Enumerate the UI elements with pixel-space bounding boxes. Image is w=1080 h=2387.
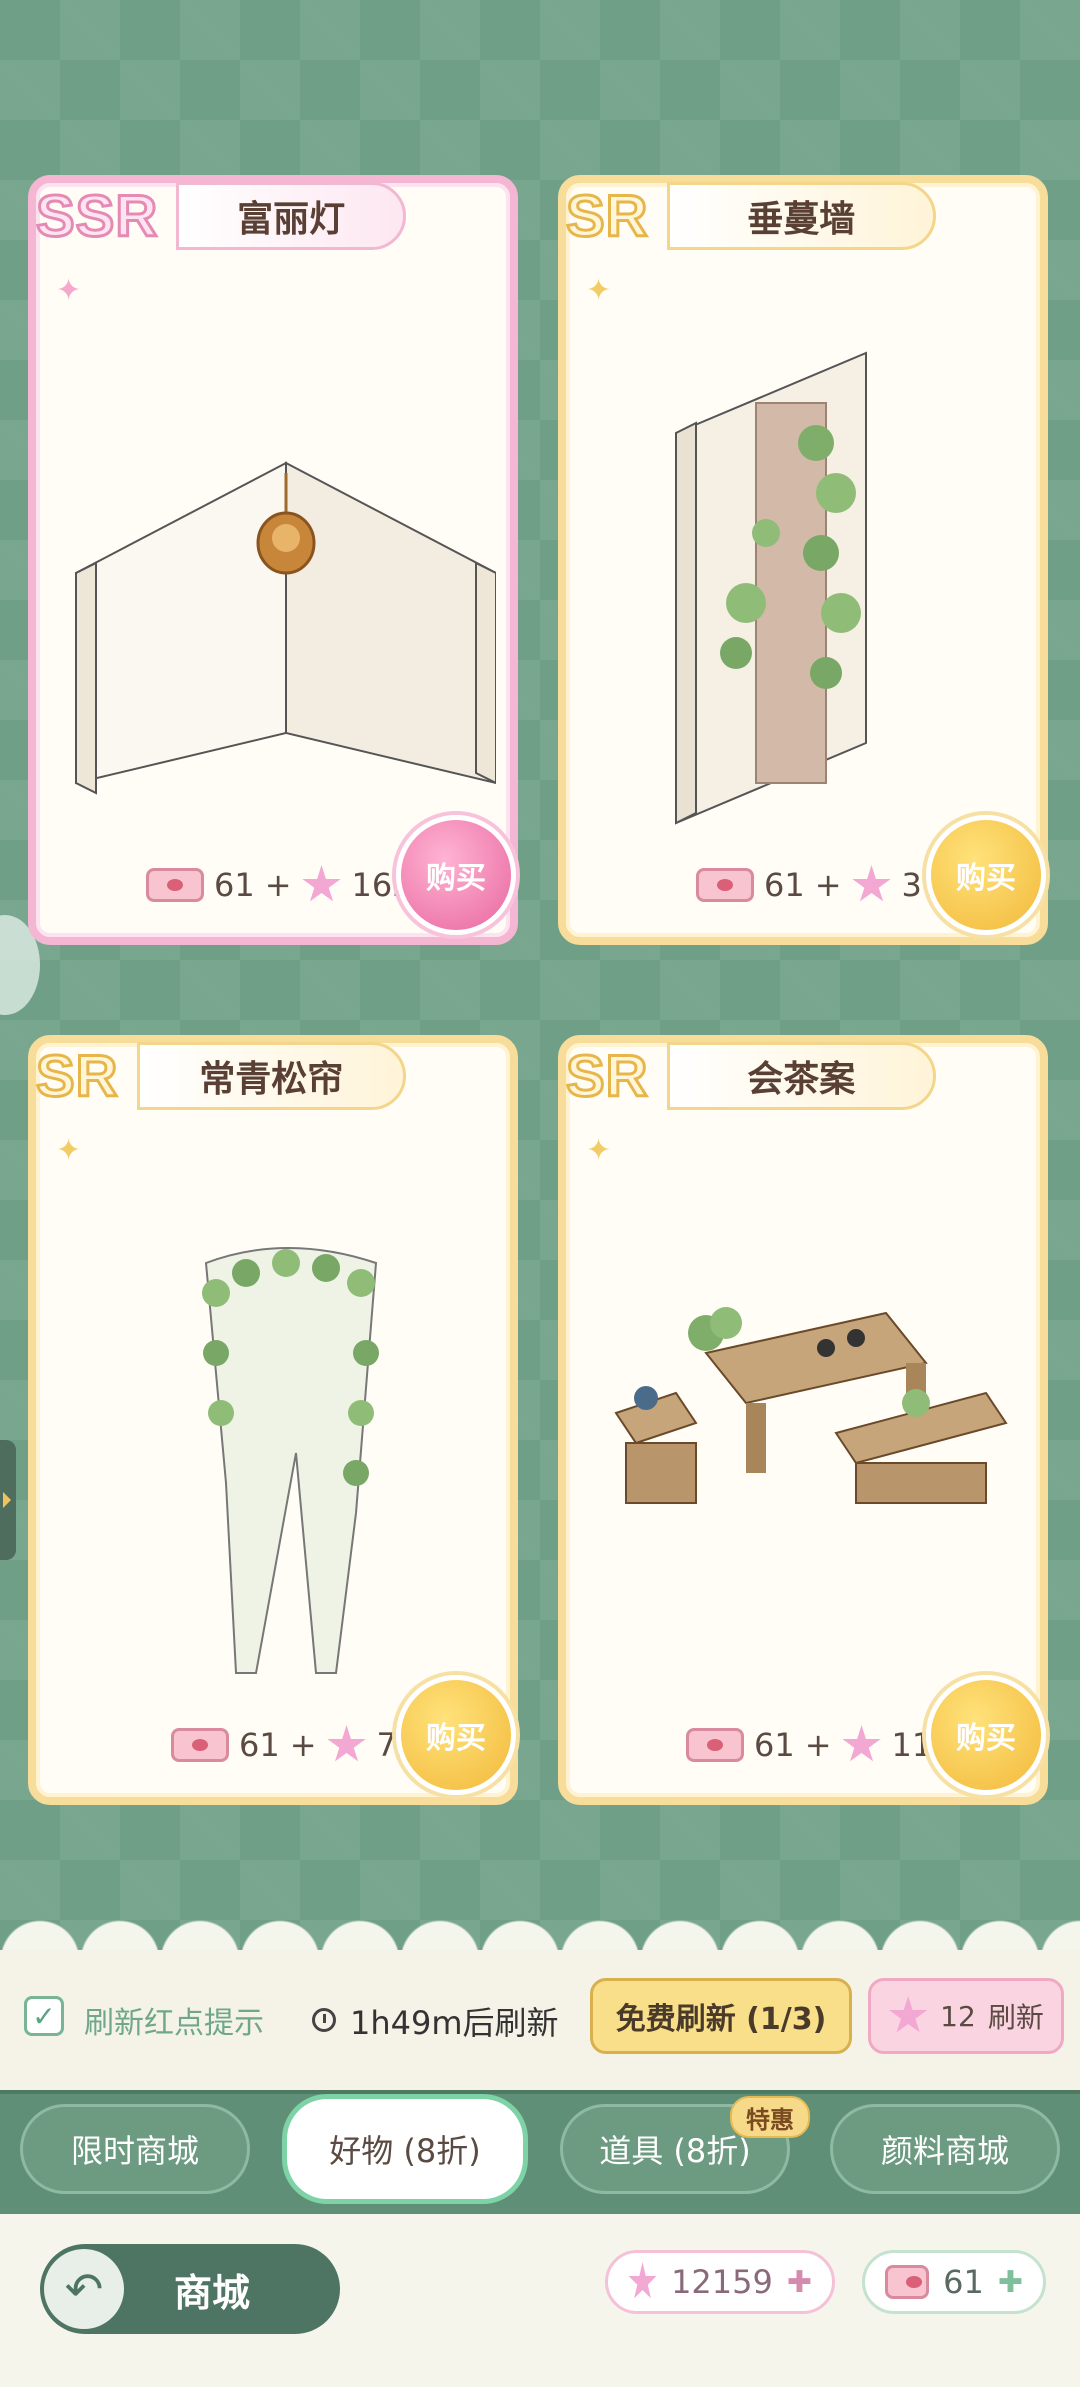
- add-stars-icon[interactable]: ✚: [787, 2265, 812, 2300]
- plus-sign: +: [814, 866, 842, 904]
- clock-icon: [312, 2008, 336, 2032]
- ticket-balance: 61: [943, 2263, 984, 2301]
- paid-refresh-cost: 12: [940, 1999, 976, 2033]
- chandelier-image: [75, 461, 496, 795]
- item-card-chandelier[interactable]: SSR 富丽灯 ✦ 61 + 162 购买: [28, 175, 518, 945]
- item-name: 常青松帘: [136, 1042, 406, 1110]
- lace-border: [0, 1840, 1080, 1960]
- card-ribbon: SSR 富丽灯: [26, 175, 406, 257]
- star-icon: [888, 1996, 928, 2033]
- price-row: 61 + 117: [686, 1725, 953, 1765]
- rarity-label: SSR: [34, 182, 159, 250]
- page-title: 商城: [174, 2270, 251, 2315]
- refresh-notify-label: 刷新红点提示: [84, 2006, 264, 2041]
- free-refresh-button[interactable]: 免费刷新 (1/3): [590, 1978, 852, 2054]
- ticket-price: 61: [764, 866, 805, 904]
- card-ribbon: SR 会茶案: [556, 1035, 936, 1117]
- tab-goods[interactable]: 好物 (8折): [282, 2094, 528, 2204]
- back-arrow-icon: ↶: [44, 2249, 124, 2329]
- special-offer-badge: 特惠: [730, 2096, 810, 2138]
- star-icon: [852, 865, 891, 902]
- ticket-price: 61: [754, 1726, 795, 1764]
- add-tickets-icon[interactable]: ✚: [998, 2265, 1023, 2300]
- buy-button[interactable]: 购买: [396, 1675, 516, 1795]
- tab-limited-shop[interactable]: 限时商城: [20, 2104, 250, 2194]
- side-drawer-handle[interactable]: [0, 1440, 16, 1560]
- ticket-icon: [686, 1728, 744, 1762]
- ticket-icon: [171, 1728, 229, 1762]
- refresh-notify-checkbox[interactable]: ✓: [24, 1996, 64, 2036]
- price-row: 61 + 31: [696, 865, 942, 905]
- plus-sign: +: [804, 1726, 832, 1764]
- price-row: 61 + 72: [171, 1725, 417, 1765]
- ticket-currency[interactable]: 61 ✚: [862, 2250, 1046, 2314]
- item-name: 会茶案: [666, 1042, 936, 1110]
- tea-table-image: [614, 1307, 1008, 1504]
- ticket-price: 61: [239, 1726, 280, 1764]
- star-balance: 12159: [671, 2263, 773, 2301]
- ticket-price: 61: [214, 866, 255, 904]
- item-name: 富丽灯: [176, 182, 406, 250]
- item-card-tea-table[interactable]: SR 会茶案 ✦ 61 + 117 购买: [558, 1035, 1048, 1805]
- star-icon: [302, 865, 341, 902]
- evergreen-curtain-image: [202, 1247, 379, 1674]
- buy-button[interactable]: 购买: [396, 815, 516, 935]
- price-row: 61 + 162: [146, 865, 413, 905]
- vine-wall-image: [675, 351, 867, 825]
- ticket-icon: [146, 868, 204, 902]
- card-ribbon: SR 垂蔓墙: [556, 175, 936, 257]
- item-name: 垂蔓墙: [666, 182, 936, 250]
- card-ribbon: SR 常青松帘: [26, 1035, 406, 1117]
- tab-paint-shop[interactable]: 颜料商城: [830, 2104, 1060, 2194]
- star-currency[interactable]: 12159 ✚: [605, 2250, 835, 2314]
- buy-button[interactable]: 购买: [926, 1675, 1046, 1795]
- paid-refresh-label: 刷新: [987, 2001, 1044, 2034]
- plus-sign: +: [289, 1726, 317, 1764]
- plus-sign: +: [264, 866, 292, 904]
- ticket-icon: [696, 868, 754, 902]
- rarity-label: SR: [35, 1042, 120, 1110]
- refresh-timer: 1h49m后刷新: [350, 2004, 559, 2042]
- rarity-label: SR: [565, 1042, 650, 1110]
- item-card-evergreen-curtain[interactable]: SR 常青松帘 ✦ 61 + 72 购买: [28, 1035, 518, 1805]
- ticket-icon: [885, 2265, 930, 2299]
- rarity-label: SR: [565, 182, 650, 250]
- paid-refresh-button[interactable]: 12 刷新: [868, 1978, 1064, 2054]
- star-icon: [327, 1725, 366, 1762]
- item-card-vine-wall[interactable]: SR 垂蔓墙 ✦ 61 + 31 购买: [558, 175, 1048, 945]
- buy-button[interactable]: 购买: [926, 815, 1046, 935]
- back-button[interactable]: ↶ 商城: [40, 2244, 340, 2334]
- star-icon: [628, 2262, 657, 2299]
- star-icon: [842, 1725, 881, 1762]
